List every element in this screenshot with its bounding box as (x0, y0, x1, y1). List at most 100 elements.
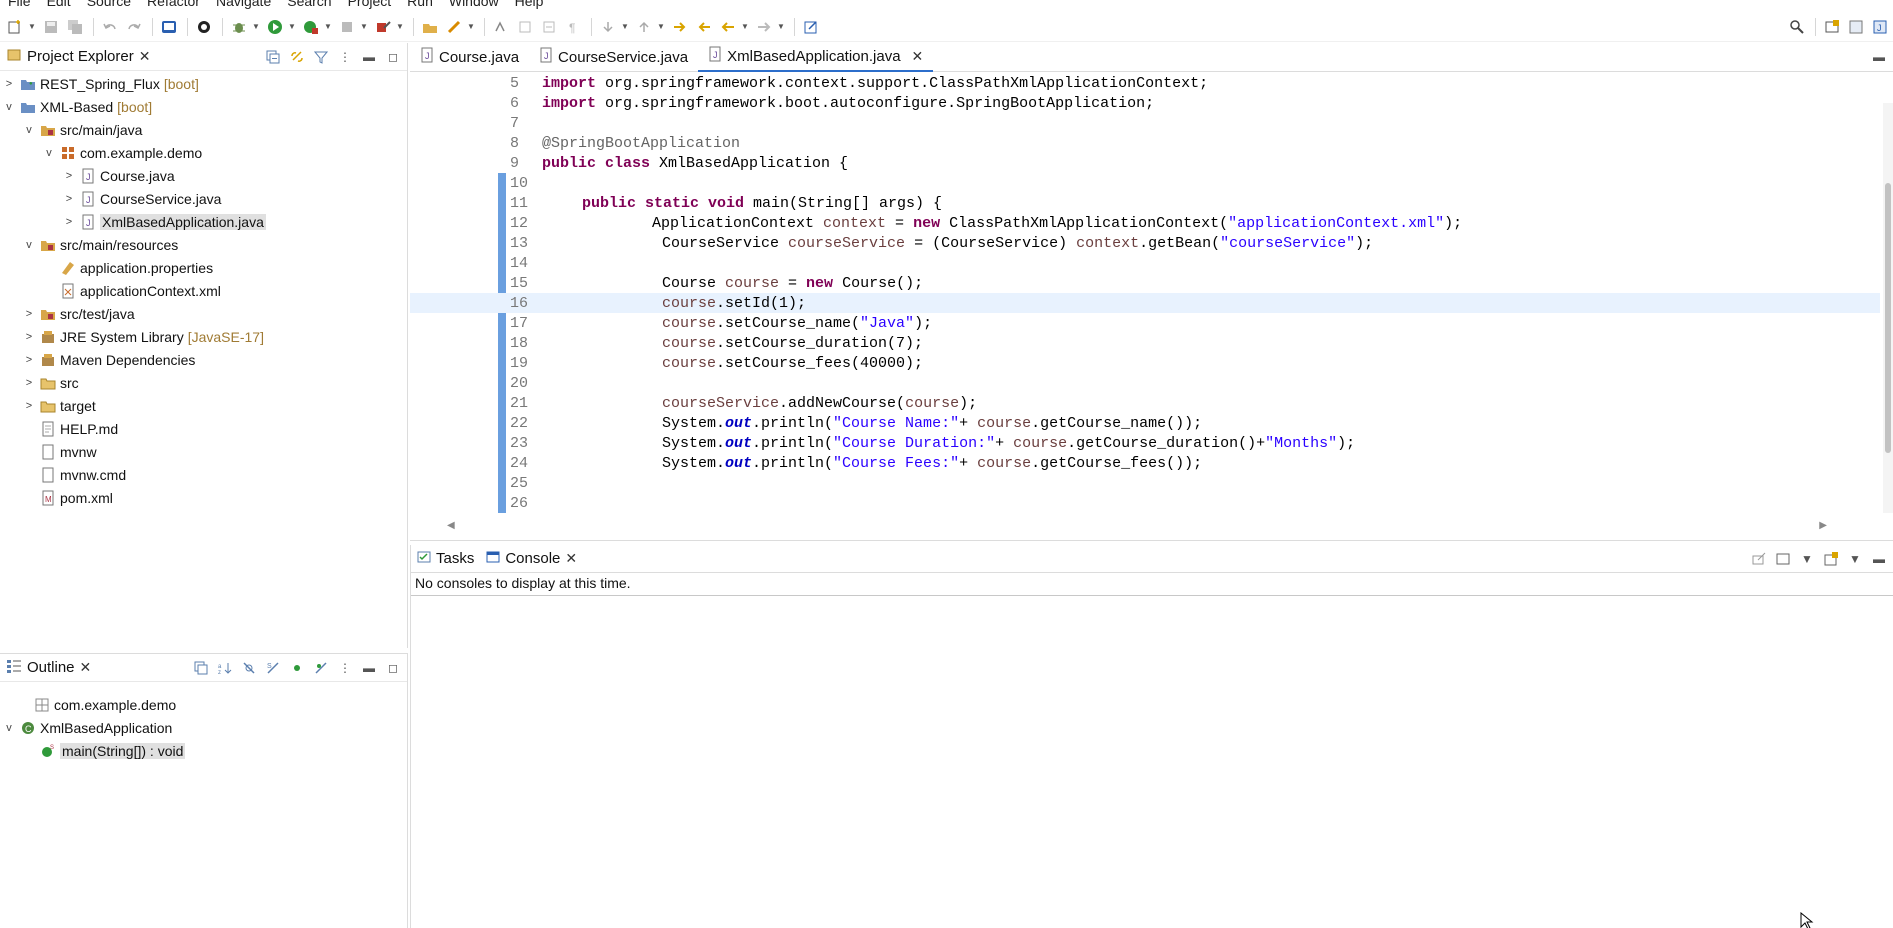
tree-item-target[interactable]: > target (22, 394, 96, 417)
editor-vertical-scrollbar[interactable] (1883, 103, 1893, 513)
collapse-all-icon[interactable] (265, 49, 281, 65)
hide-local-types-icon[interactable] (313, 660, 329, 676)
pin-editor-icon[interactable] (800, 16, 822, 38)
menu-file[interactable]: File (0, 0, 39, 11)
minimize-icon[interactable]: ▬ (361, 660, 377, 676)
tree-item-src-main-resources[interactable]: v src/main/resources (22, 233, 178, 256)
tree-item-mvnw[interactable]: mvnw (22, 440, 97, 463)
save-all-icon[interactable] (64, 16, 86, 38)
hide-non-public-icon[interactable] (289, 660, 305, 676)
menu-help[interactable]: Help (507, 0, 552, 11)
tab-console[interactable]: Console ✕ (480, 545, 583, 573)
sort-icon[interactable]: az (217, 660, 233, 676)
pin-console-icon[interactable] (1751, 551, 1767, 567)
external-tools-dropdown-icon[interactable]: ▼ (396, 16, 404, 38)
debug-dropdown-icon[interactable]: ▼ (252, 16, 260, 38)
toggle-mark-occurrences-icon[interactable] (490, 16, 512, 38)
maximize-icon[interactable]: ◻ (385, 660, 401, 676)
previous-annotation-dropdown-icon[interactable]: ▼ (657, 16, 665, 38)
maximize-icon[interactable]: ◻ (385, 49, 401, 65)
editor-horizontal-scrollbar[interactable]: ◀ ▶ (447, 518, 1827, 532)
open-task-dropdown-icon[interactable]: ▼ (467, 16, 475, 38)
collapse-icon[interactable]: v (2, 101, 16, 113)
tree-item-applicationcontext-xml[interactable]: applicationContext.xml (42, 279, 221, 302)
tree-item-pom-xml[interactable]: M pom.xml (22, 486, 113, 509)
forward-dropdown-icon[interactable]: ▼ (777, 16, 785, 38)
undo-icon[interactable] (99, 16, 121, 38)
expand-icon[interactable]: > (22, 400, 36, 412)
menu-navigate[interactable]: Navigate (208, 0, 279, 11)
tree-item-help-md[interactable]: HELP.md (22, 417, 118, 440)
word-wrap-icon[interactable] (538, 16, 560, 38)
outline-item-main-method[interactable]: S main(String[]) : void (22, 739, 186, 762)
expand-icon[interactable]: > (22, 354, 36, 366)
tree-item-maven-dependencies[interactable]: > Maven Dependencies (22, 348, 196, 371)
stop-dropdown-icon[interactable]: ▼ (360, 16, 368, 38)
code-editor[interactable]: 5 import org.springframework.context.sup… (410, 73, 1893, 513)
back-dropdown-icon[interactable]: ▼ (741, 16, 749, 38)
run-icon[interactable] (264, 16, 286, 38)
collapse-all-icon[interactable] (193, 660, 209, 676)
tree-item-src-test-java[interactable]: > src/test/java (22, 302, 135, 325)
external-tools-icon[interactable] (372, 16, 394, 38)
forward-icon[interactable] (753, 16, 775, 38)
menu-refactor[interactable]: Refactor (139, 0, 208, 11)
open-task-icon[interactable] (443, 16, 465, 38)
tab-xmlbasedapplication-java[interactable]: J XmlBasedApplication.java ✕ (698, 42, 934, 72)
scroll-right-icon[interactable]: ▶ (1819, 520, 1827, 531)
next-annotation-dropdown-icon[interactable]: ▼ (621, 16, 629, 38)
minimize-icon[interactable]: ▬ (1871, 49, 1887, 65)
minimize-icon[interactable]: ▬ (361, 49, 377, 65)
expand-icon[interactable]: > (22, 377, 36, 389)
toggle-block-selection-icon[interactable] (514, 16, 536, 38)
close-icon[interactable]: ✕ (565, 550, 577, 567)
expand-icon[interactable]: > (22, 331, 36, 343)
redo-icon[interactable] (123, 16, 145, 38)
display-console-icon[interactable] (1775, 551, 1791, 567)
tab-tasks[interactable]: Tasks (411, 545, 480, 573)
view-menu-icon[interactable]: ⋮ (337, 49, 353, 65)
tab-project-explorer[interactable]: Project Explorer ✕ (0, 43, 156, 71)
tree-item-src[interactable]: > src (22, 371, 79, 394)
tab-course-java[interactable]: J Course.java (410, 43, 529, 72)
tree-item-jre-system-library[interactable]: > JRE System Library [JavaSE-17] (22, 325, 264, 348)
menu-edit[interactable]: Edit (39, 0, 79, 11)
tree-item-src-main-java[interactable]: v src/main/java (22, 118, 142, 141)
scroll-left-icon[interactable]: ◀ (447, 520, 455, 531)
tab-outline[interactable]: Outline ✕ (0, 654, 97, 682)
tab-courseservice-java[interactable]: J CourseService.java (529, 43, 698, 72)
menu-run[interactable]: Run (399, 0, 441, 11)
hide-static-icon[interactable]: S (265, 660, 281, 676)
tree-item-package[interactable]: v com.example.demo (42, 141, 202, 164)
tree-item-xmlbasedapplication-java[interactable]: > J XmlBasedApplication.java (62, 210, 266, 233)
java-perspective-icon[interactable]: J (1869, 16, 1891, 38)
view-menu-icon[interactable]: ⋮ (337, 660, 353, 676)
new-icon[interactable] (4, 16, 26, 38)
filter-icon[interactable] (313, 49, 329, 65)
save-icon[interactable] (40, 16, 62, 38)
forward-edit-icon[interactable] (693, 16, 715, 38)
close-icon[interactable]: ✕ (912, 48, 924, 65)
close-icon[interactable]: ✕ (80, 659, 92, 676)
show-whitespace-icon[interactable]: ¶ (562, 16, 584, 38)
collapse-icon[interactable]: v (22, 124, 36, 136)
expand-icon[interactable]: > (62, 193, 76, 205)
tree-item-courseservice-java[interactable]: > J CourseService.java (62, 187, 222, 210)
tree-item-mvnw-cmd[interactable]: mvnw.cmd (22, 463, 126, 486)
tree-item-application-properties[interactable]: application.properties (42, 256, 213, 279)
menu-search[interactable]: Search (279, 0, 339, 11)
spring-dashboard-icon[interactable] (193, 16, 215, 38)
menu-window[interactable]: Window (441, 0, 507, 11)
coverage-dropdown-icon[interactable]: ▼ (324, 16, 332, 38)
tree-item-course-java[interactable]: > J Course.java (62, 164, 175, 187)
stop-icon[interactable] (336, 16, 358, 38)
scrollbar-thumb[interactable] (1885, 183, 1891, 453)
back-icon[interactable] (717, 16, 739, 38)
hide-fields-icon[interactable] (241, 660, 257, 676)
run-dropdown-icon[interactable]: ▼ (288, 16, 296, 38)
expand-icon[interactable]: > (62, 216, 76, 228)
open-type-icon[interactable] (419, 16, 441, 38)
terminal-icon[interactable] (158, 16, 180, 38)
menu-source[interactable]: Source (79, 0, 139, 11)
debug-icon[interactable] (228, 16, 250, 38)
